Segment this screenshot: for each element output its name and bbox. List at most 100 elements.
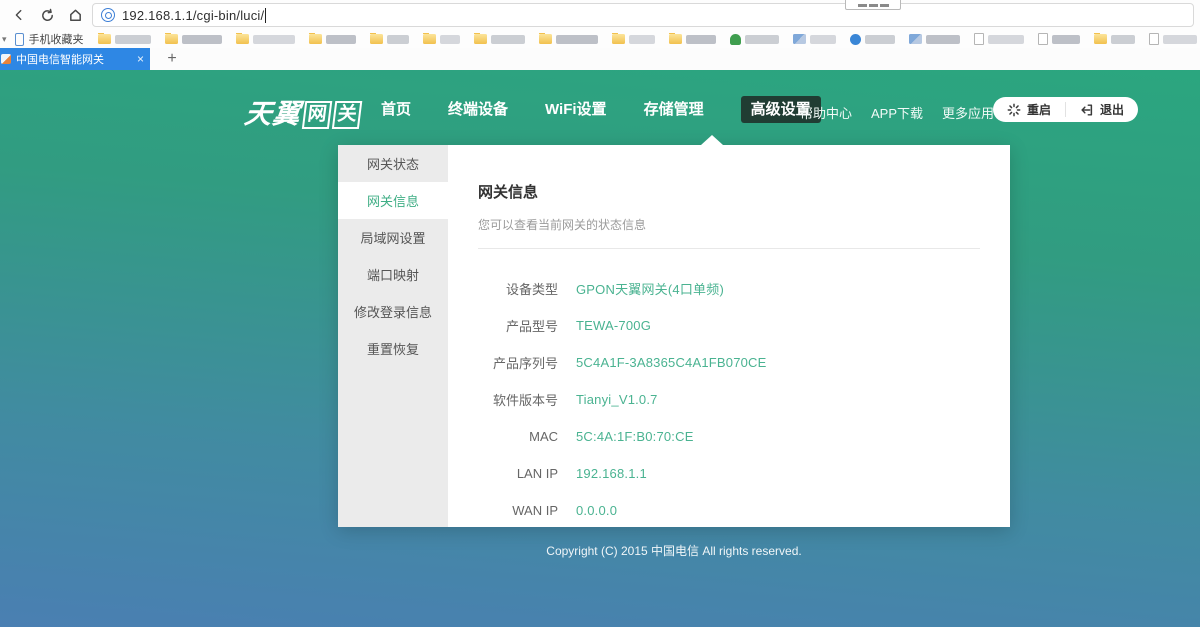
bookmark-label-blur [926,35,960,44]
folder-icon [1094,34,1107,44]
bookmark-item[interactable] [1149,33,1197,45]
field-lan-ip: LAN IP 192.168.1.1 [478,455,980,492]
panel-sidebar: 网关状态 网关信息 局域网设置 端口映射 修改登录信息 重置恢复 [338,145,448,527]
nav-item-storage[interactable]: 存储管理 [644,96,704,123]
bookmark-item[interactable] [474,34,525,44]
site-info-icon[interactable] [101,8,115,22]
logout-button[interactable]: 退出 [1066,97,1138,122]
bookmark-item[interactable] [98,34,151,44]
logout-icon [1080,103,1094,117]
bookmark-item[interactable] [850,34,895,45]
bookmark-item[interactable] [309,34,356,44]
restart-button[interactable]: 重启 [993,97,1065,122]
tab-close-icon[interactable]: × [137,53,144,65]
field-software-version: 软件版本号 Tianyi_V1.0.7 [478,381,980,418]
url-text[interactable]: 192.168.1.1/cgi-bin/luci/ [122,8,264,23]
bookmark-item[interactable] [612,34,655,44]
bookmark-label-blur [253,35,295,44]
new-tab-button[interactable]: + [160,48,184,70]
folder-icon [669,34,682,44]
bookmark-item[interactable] [793,34,836,44]
field-value: TEWA-700G [576,318,651,333]
bookmark-label-blur [1052,35,1080,44]
sidebar-item-gateway-status[interactable]: 网关状态 [338,145,448,182]
field-label: 软件版本号 [478,390,558,409]
field-value: 192.168.1.1 [576,466,647,481]
bookmark-label-blur [182,35,222,44]
bookmark-label-blur [115,35,151,44]
bookmark-item[interactable] [423,34,460,44]
folder-icon [370,34,383,44]
sidebar-item-change-login[interactable]: 修改登录信息 [338,293,448,330]
bookmark-item[interactable] [165,34,222,44]
folder-icon [309,34,322,44]
bookmark-label-blur [745,35,779,44]
bookmark-label-blur [686,35,716,44]
tab-title: 中国电信智能网关 [16,51,131,67]
bookmark-item[interactable] [669,34,716,44]
app-download-link[interactable]: APP下载 [871,103,923,122]
bookmark-item[interactable] [1094,34,1135,44]
field-value: 5C:4A:1F:B0:70:CE [576,429,694,444]
field-wan-ip: WAN IP 0.0.0.0 [478,492,980,529]
field-value: 0.0.0.0 [576,503,617,518]
logo-boxed-char-2: 关 [332,101,362,129]
help-center-link[interactable]: 帮助中心 [800,103,852,122]
nav-item-home[interactable]: 首页 [381,96,411,123]
bookmark-label-blur [1111,35,1135,44]
tab-active[interactable]: 中国电信智能网关 × [0,48,150,70]
doc-icon [1149,33,1159,45]
back-button[interactable] [8,4,30,26]
restart-label: 重启 [1027,101,1051,118]
bookmark-item[interactable] [909,34,960,44]
field-device-type: 设备类型 GPON天翼网关(4口单频) [478,270,980,307]
moon-icon [850,34,861,45]
bookmark-item[interactable] [730,34,779,45]
reload-button[interactable] [36,4,58,26]
field-mac: MAC 5C:4A:1F:B0:70:CE [478,418,980,455]
bookmarks-dropdown-icon[interactable]: ▾ [2,34,7,45]
browser-chrome: 192.168.1.1/cgi-bin/luci/ [0,0,1200,30]
advanced-settings-panel: 网关状态 网关信息 局域网设置 端口映射 修改登录信息 重置恢复 网关信息 您可… [338,145,1010,527]
bookmarks-items [98,33,1197,45]
field-value: Tianyi_V1.0.7 [576,392,658,407]
sidebar-item-reset-restore[interactable]: 重置恢复 [338,330,448,367]
bookmark-label-blur [556,35,598,44]
sidebar-item-gateway-info[interactable]: 网关信息 [338,182,448,219]
nav-item-wifi-settings[interactable]: WiFi设置 [545,96,607,123]
panel-content: 网关信息 您可以查看当前网关的状态信息 设备类型 GPON天翼网关(4口单频) … [448,145,1010,527]
home-button[interactable] [64,4,86,26]
nav-item-terminal-devices[interactable]: 终端设备 [448,96,508,123]
bookmarks-root-folder[interactable]: 手机收藏夹 [29,31,84,47]
bookmark-item[interactable] [974,33,1024,45]
sidebar-item-lan-settings[interactable]: 局域网设置 [338,219,448,256]
tab-bar: 中国电信智能网关 × + [0,48,1200,70]
more-apps-link[interactable]: 更多应用 [942,103,994,122]
restart-spinner-icon [1007,103,1021,117]
bookmark-item[interactable] [1038,33,1080,45]
bookmark-item[interactable] [236,34,295,44]
field-label: WAN IP [478,503,558,518]
bookmark-label-blur [326,35,356,44]
content-divider [478,248,980,249]
clipped-tooltip [845,0,901,10]
folder-icon [612,34,625,44]
bookmark-label-blur [988,35,1024,44]
folder-icon [98,34,111,44]
logout-label: 退出 [1100,101,1124,118]
sidebar-item-port-mapping[interactable]: 端口映射 [338,256,448,293]
bookmark-label-blur [387,35,409,44]
content-subtitle: 您可以查看当前网关的状态信息 [478,216,980,233]
image-icon [909,34,922,44]
content-title: 网关信息 [478,181,980,202]
main-nav: 首页 终端设备 WiFi设置 存储管理 高级设置 [381,96,821,123]
tianyi-gateway-logo[interactable]: 天翼网关 [243,92,364,131]
phone-icon [15,33,24,46]
text-cursor [265,8,266,23]
bookmark-item[interactable] [539,34,598,44]
bookmark-item[interactable] [370,34,409,44]
tree-icon [730,34,741,45]
url-bar[interactable]: 192.168.1.1/cgi-bin/luci/ [92,3,1194,27]
image-icon [793,34,806,44]
bookmark-label-blur [491,35,525,44]
